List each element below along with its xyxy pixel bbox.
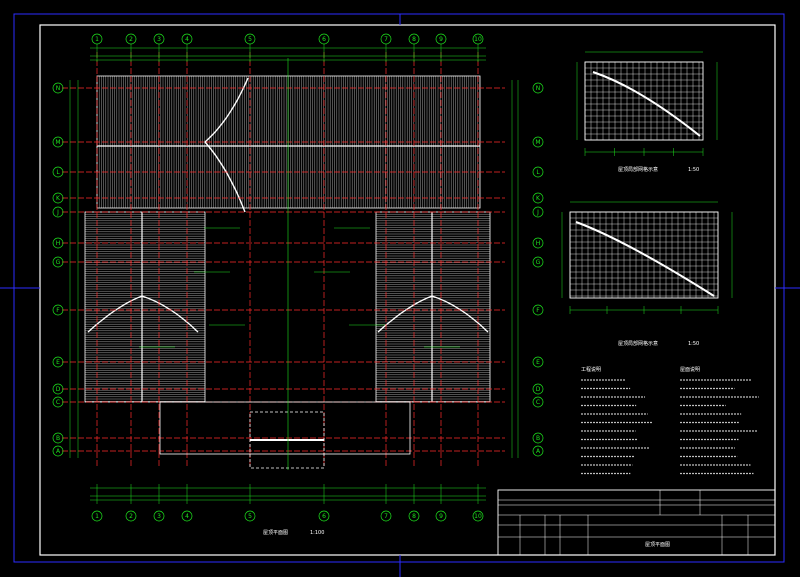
cad-drawing-canvas[interactable]: { "drawing": { "grid_columns": ["1","2",… xyxy=(0,0,800,577)
detail2-title: 屋顶局部网格示意 xyxy=(618,340,658,347)
notes-left-title: 工程说明 xyxy=(581,366,601,373)
detail1-title: 屋顶局部网格示意 xyxy=(618,166,658,173)
notes-right-title: 屋面说明 xyxy=(680,366,700,373)
title-block-name: 屋顶平面图 xyxy=(645,542,670,548)
plan-title: 屋顶平面图 xyxy=(263,530,288,536)
plan-scale: 1:100 xyxy=(310,530,324,536)
text-layer: 工程说明 屋面说明 屋顶平面图 1:100 屋顶局部网格示意 1:50 屋顶局部… xyxy=(0,0,800,577)
detail1-scale: 1:50 xyxy=(688,167,699,173)
detail2-scale: 1:50 xyxy=(688,341,699,347)
